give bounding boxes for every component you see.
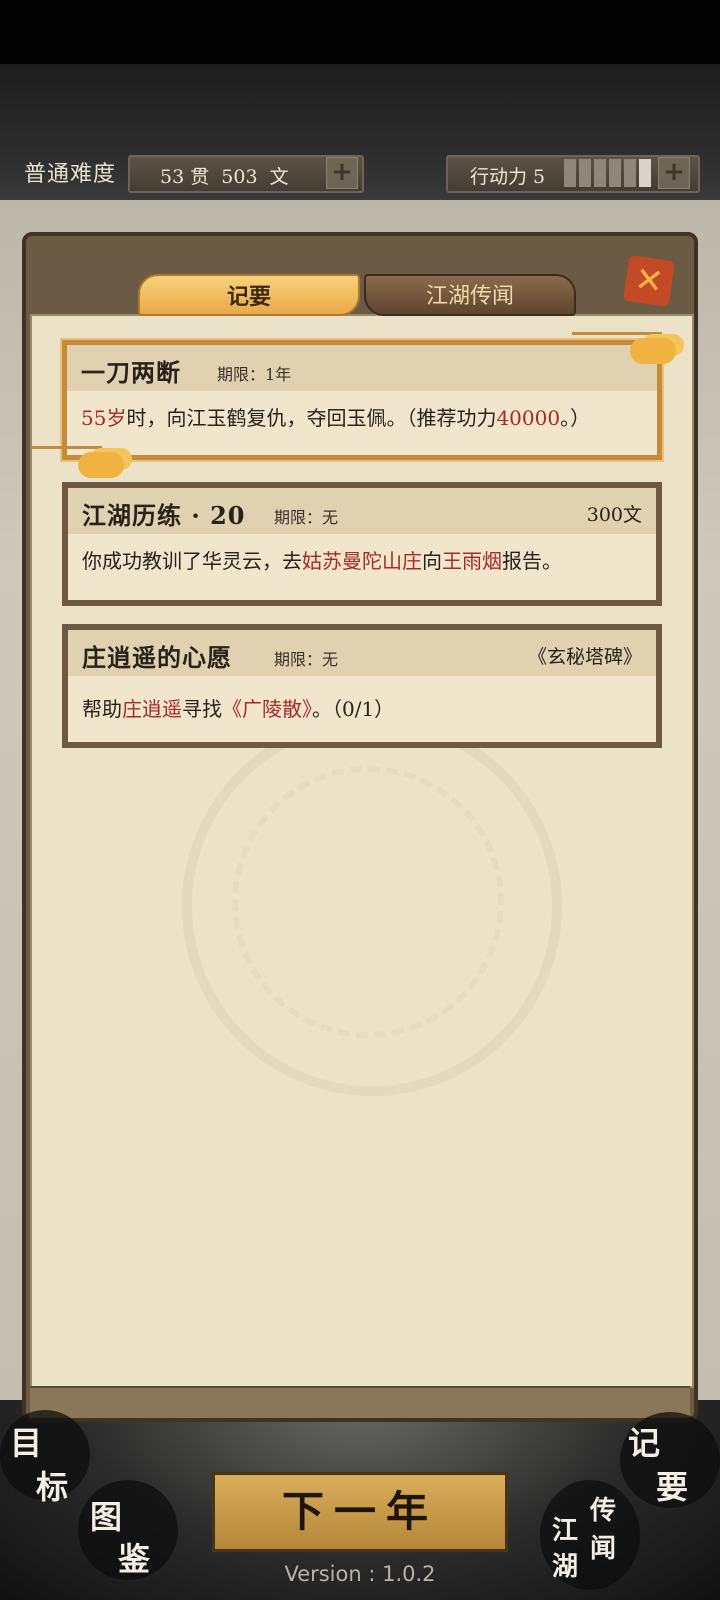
quest-description: 你成功教训了华灵云，去姑苏曼陀山庄向王雨烟报告。 — [82, 546, 642, 576]
notes-label-char: 记 — [628, 1424, 661, 1462]
cloud-ornament-icon — [630, 338, 676, 364]
rumors-label-char: 传 — [590, 1496, 617, 1526]
quest-desc-segment: 姑苏曼陀山庄 — [302, 549, 422, 573]
quest-desc-segment: 。） — [560, 406, 591, 430]
add-money-button[interactable]: + — [326, 157, 358, 189]
plus-icon: + — [663, 157, 685, 187]
money-display: 53 贯 503 文 + — [128, 155, 364, 193]
goal-label-char: 目 — [10, 1424, 43, 1462]
quest-reward: 300文 — [586, 504, 642, 526]
money-text: 53 贯 503 文 — [160, 166, 289, 188]
panel-bottom-bar — [30, 1386, 690, 1418]
quest-desc-segment: 40000 — [496, 406, 561, 430]
action-power-display: 行动力 5 + — [446, 155, 700, 193]
quest-card[interactable]: 江湖历练 · 20 期限：无 300文 你成功教训了华灵云，去姑苏曼陀山庄向王雨… — [62, 482, 662, 606]
quest-card[interactable]: 庄逍遥的心愿 期限：无 《玄秘塔碑》 帮助庄逍遥寻找《广陵散》。（0/1） — [62, 624, 662, 748]
next-year-label: 下一年 — [281, 1487, 438, 1536]
quest-title: 江湖历练 · 20 — [82, 501, 246, 530]
quest-desc-segment: 向 — [422, 549, 442, 573]
quest-desc-segment: 。（0/1） — [312, 697, 395, 721]
quest-desc-segment: 你成功教训了华灵云，去 — [82, 549, 302, 573]
action-power-segment — [564, 159, 576, 187]
close-button[interactable]: ✕ — [623, 255, 675, 307]
atlas-label-char: 图 — [90, 1498, 123, 1536]
quest-description: 55岁时，向江玉鹤复仇，夺回玉佩。（推荐功力40000。） — [81, 403, 643, 433]
quest-card[interactable]: 一刀两断 期限：1年 55岁时，向江玉鹤复仇，夺回玉佩。（推荐功力40000。） — [62, 340, 662, 460]
tab-rumors[interactable]: 江湖传闻 — [364, 274, 576, 316]
dragon-watermark-inner — [232, 766, 504, 1038]
plus-icon: + — [331, 157, 353, 187]
action-power-segment — [639, 159, 651, 187]
quest-desc-segment: 《广陵散》 — [222, 697, 312, 721]
action-power-segment — [624, 159, 636, 187]
rumors-label-char: 闻 — [590, 1534, 617, 1564]
close-icon: ✕ — [632, 259, 666, 303]
action-power-label: 行动力 5 — [470, 166, 546, 188]
quest-desc-segment: 报告。 — [502, 549, 562, 573]
quest-desc-segment: 55岁 — [81, 406, 127, 430]
quest-period: 期限：无 — [274, 508, 339, 527]
cloud-ornament-line — [32, 446, 102, 449]
action-power-segment — [594, 159, 606, 187]
quest-desc-segment: 王雨烟 — [442, 549, 502, 573]
cloud-ornament-line — [572, 332, 662, 335]
next-year-button[interactable]: 下一年 — [212, 1472, 508, 1552]
quest-desc-segment: 时，向江玉鹤复仇，夺回玉佩。（推荐功力 — [126, 406, 497, 430]
rumors-label-char: 江 — [552, 1516, 579, 1546]
quest-desc-segment: 寻找 — [182, 697, 222, 721]
quest-period: 期限：无 — [274, 650, 339, 669]
notes-panel: 一刀两断 期限：1年 55岁时，向江玉鹤复仇，夺回玉佩。（推荐功力40000。）… — [22, 232, 698, 1422]
difficulty-label: 普通难度 — [24, 162, 117, 187]
tab-notes[interactable]: 记要 — [138, 274, 360, 316]
add-action-power-button[interactable]: + — [658, 157, 690, 189]
action-power-segment — [609, 159, 621, 187]
quest-list-area: 一刀两断 期限：1年 55岁时，向江玉鹤复仇，夺回玉佩。（推荐功力40000。）… — [30, 314, 694, 1388]
top-black-band — [0, 0, 720, 64]
quest-title: 庄逍遥的心愿 — [82, 643, 232, 672]
notes-label-char: 要 — [656, 1468, 689, 1506]
quest-reward: 《玄秘塔碑》 — [527, 646, 642, 668]
version-text: Version : 1.0.2 — [284, 1562, 436, 1586]
quest-title: 一刀两断 — [81, 358, 181, 387]
quest-desc-segment: 帮助 — [82, 697, 122, 721]
goal-label-char: 标 — [36, 1468, 69, 1506]
quest-description: 帮助庄逍遥寻找《广陵散》。（0/1） — [82, 694, 642, 724]
action-power-segment — [579, 159, 591, 187]
cloud-ornament-icon — [78, 452, 124, 478]
quest-desc-segment: 庄逍遥 — [122, 697, 182, 721]
quest-period: 期限：1年 — [217, 365, 292, 384]
